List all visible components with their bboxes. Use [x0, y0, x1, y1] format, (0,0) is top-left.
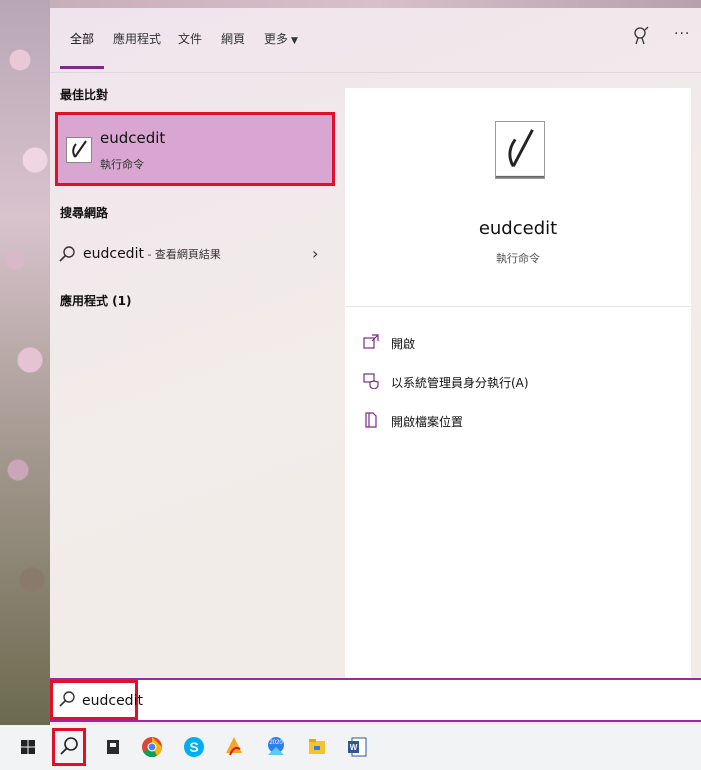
tab-all[interactable]: 全部 — [70, 30, 94, 47]
search-icon — [59, 246, 75, 262]
task-view-icon[interactable] — [99, 733, 127, 761]
eudcedit-app-icon — [66, 137, 92, 163]
detail-header: eudcedit 執行命令 — [345, 88, 691, 307]
word-icon[interactable]: W — [343, 733, 371, 761]
run-as-admin-icon — [363, 373, 379, 389]
tab-apps[interactable]: 應用程式 — [113, 30, 161, 47]
calendar-2020-label: 2020 — [269, 740, 283, 746]
detail-title: eudcedit — [478, 218, 558, 239]
detail-subtitle: 執行命令 — [496, 252, 540, 265]
apps-heading: 應用程式 (1) — [60, 294, 132, 308]
best-match-subtitle: 執行命令 — [100, 158, 144, 171]
desktop-wallpaper-top — [50, 0, 701, 8]
action-open-label: 開啟 — [391, 337, 416, 351]
more-options-icon[interactable]: ··· — [674, 26, 690, 42]
chrome-icon[interactable] — [138, 733, 166, 761]
web-result-suffix: - 查看網頁結果 — [143, 248, 221, 261]
start-icon[interactable] — [14, 733, 42, 761]
action-run-as-admin-label: 以系統管理員身分執行(A) — [391, 376, 529, 390]
svg-text:S: S — [189, 739, 198, 755]
file-location-icon — [365, 412, 377, 428]
active-tab-indicator — [60, 66, 104, 69]
action-open[interactable]: 開啟 — [363, 332, 683, 354]
svg-text:W: W — [350, 743, 358, 752]
start-search-panel: 全部 應用程式 文件 網頁 更多 ▼ ··· 最佳比對 eudcedit 執行命令… — [50, 8, 701, 678]
best-match-item[interactable]: eudcedit 執行命令 — [55, 112, 335, 186]
search-input[interactable] — [80, 688, 384, 714]
search-box[interactable] — [50, 678, 701, 722]
web-result-term: eudcedit — [83, 246, 144, 262]
file-explorer-icon[interactable] — [303, 733, 331, 761]
web-result-text: eudcedit - 查看網頁結果 — [83, 246, 221, 262]
eudcedit-large-icon — [495, 121, 545, 179]
desktop-wallpaper — [0, 0, 50, 725]
calendar-2020-icon[interactable]: 2020 — [262, 733, 290, 761]
tab-documents[interactable]: 文件 — [178, 30, 202, 47]
detail-pane: eudcedit 執行命令 開啟 以系統管理員身分執行(A) 開啟檔案位置 — [345, 88, 691, 678]
action-run-as-admin[interactable]: 以系統管理員身分執行(A) — [363, 371, 683, 393]
chevron-right-icon[interactable]: › — [312, 244, 318, 263]
tab-more[interactable]: 更多 ▼ — [264, 30, 298, 47]
feedback-icon[interactable] — [632, 26, 650, 46]
action-open-file-location-label: 開啟檔案位置 — [391, 415, 464, 429]
tab-web[interactable]: 網頁 — [221, 30, 245, 47]
skype-icon[interactable]: S — [180, 733, 208, 761]
caret-down-icon: ▼ — [291, 36, 298, 46]
app-icon[interactable] — [220, 733, 248, 761]
open-icon — [363, 334, 379, 349]
action-open-file-location[interactable]: 開啟檔案位置 — [363, 410, 683, 432]
best-match-heading: 最佳比對 — [60, 88, 109, 102]
search-web-heading: 搜尋網路 — [60, 206, 109, 220]
tab-more-label: 更多 — [264, 32, 289, 46]
filter-tabs: 全部 應用程式 文件 網頁 更多 ▼ ··· — [50, 8, 701, 73]
web-search-result[interactable]: eudcedit - 查看網頁結果 › — [55, 240, 335, 270]
search-icon — [59, 691, 75, 707]
taskbar-search-icon[interactable] — [55, 733, 83, 761]
taskbar: S 2020 W — [0, 725, 701, 770]
best-match-title: eudcedit — [100, 129, 166, 147]
